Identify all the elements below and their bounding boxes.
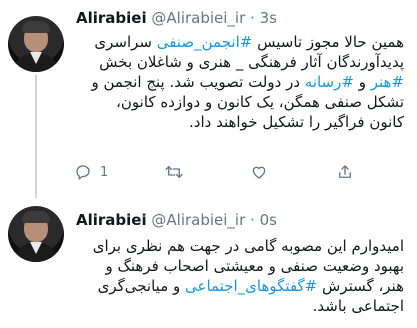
heart-icon xyxy=(252,166,266,179)
tweet-text-segment: پدیدآورندگان آثار فرهنگی _ هنری و شاغلان… xyxy=(99,53,404,71)
tweet-header: Alirabiei @Alirabiei_ir · 0s xyxy=(76,210,277,230)
avatar[interactable] xyxy=(8,206,64,262)
tweet-text-line: کانون فراگیر را تشکیل خواهند داد. xyxy=(76,112,404,132)
timestamp[interactable]: 3s xyxy=(260,9,277,27)
hashtag-link[interactable]: #رسانه xyxy=(305,73,354,91)
user-handle[interactable]: @Alirabiei_ir xyxy=(151,9,245,27)
display-name[interactable]: Alirabiei xyxy=(76,211,147,229)
avatar[interactable] xyxy=(8,16,64,72)
tweet-text-segment: و xyxy=(353,73,371,91)
tweet-text-segment: امیدوارم این مصوبه گامی در جهت هم نظری ب… xyxy=(92,237,404,255)
tweet-text-segment: سراسری xyxy=(94,33,157,51)
reply-icon xyxy=(76,165,90,181)
tweet-text-line: اجتماعی باشد. xyxy=(76,296,404,316)
tweet-text-segment: هنر، گسترش xyxy=(317,277,404,295)
display-name[interactable]: Alirabiei xyxy=(76,9,147,27)
tweet-text-segment: کانون فراگیر را تشکیل خواهند داد. xyxy=(189,113,404,131)
tweet-text-line: همین حالا مجوز تاسیس #انجمن_صنفی سراسری xyxy=(76,32,404,52)
thread-line xyxy=(35,75,37,198)
like-button[interactable] xyxy=(250,160,268,184)
tweet-text-line: هنر، گسترش #گفتگوهای_اجتماعی و میانجی‌گر… xyxy=(76,276,404,296)
hashtag-link[interactable]: #انجمن_صنفی xyxy=(157,33,253,51)
hashtag-link[interactable]: #گفتگوهای_اجتماعی xyxy=(185,277,317,295)
retweet-icon xyxy=(165,166,183,178)
tweet-text-segment: و میانجی‌گری xyxy=(97,277,186,295)
separator: · xyxy=(250,211,255,229)
tweet-2[interactable]: Alirabiei @Alirabiei_ir · 0s امیدوارم ای… xyxy=(0,198,417,328)
tweet-text-line: بهبود وضعیت صنفی و معیشتی اصحاب فرهنگ و xyxy=(76,256,404,276)
tweet-text-line: پدیدآورندگان آثار فرهنگی _ هنری و شاغلان… xyxy=(76,52,404,72)
tweet-text: امیدوارم این مصوبه گامی در جهت هم نظری ب… xyxy=(76,236,404,316)
tweet-actions: 1 xyxy=(72,160,372,184)
tweet-text-segment: در دولت تصویب شد. پنج انجمن و xyxy=(91,73,305,91)
tweet-text-segment: تشکل صنفی همگن، یک کانون و دوازده کانون، xyxy=(116,93,404,111)
timestamp[interactable]: 0s xyxy=(260,211,277,229)
retweet-button[interactable] xyxy=(164,160,184,184)
tweet-text-segment: بهبود وضعیت صنفی و معیشتی اصحاب فرهنگ و xyxy=(105,257,404,275)
share-icon xyxy=(339,165,351,178)
tweet-text-segment: همین حالا مجوز تاسیس xyxy=(252,33,404,51)
tweet-text-line: #هنر و #رسانه در دولت تصویب شد. پنج انجم… xyxy=(76,72,404,92)
tweet-1[interactable]: Alirabiei @Alirabiei_ir · 3s همین حالا م… xyxy=(0,0,417,198)
reply-count: 1 xyxy=(100,164,109,180)
tweet-text-line: امیدوارم این مصوبه گامی در جهت هم نظری ب… xyxy=(76,236,404,256)
tweet-text-line: تشکل صنفی همگن، یک کانون و دوازده کانون، xyxy=(76,92,404,112)
share-button[interactable] xyxy=(336,160,354,184)
separator: · xyxy=(250,9,255,27)
hashtag-link[interactable]: #هنر xyxy=(371,73,404,91)
user-handle[interactable]: @Alirabiei_ir xyxy=(151,211,245,229)
tweet-header: Alirabiei @Alirabiei_ir · 3s xyxy=(76,8,277,28)
tweet-text: همین حالا مجوز تاسیس #انجمن_صنفی سراسری پ… xyxy=(76,32,404,132)
tweet-text-segment: اجتماعی باشد. xyxy=(312,297,404,315)
reply-button[interactable]: 1 xyxy=(74,160,108,184)
